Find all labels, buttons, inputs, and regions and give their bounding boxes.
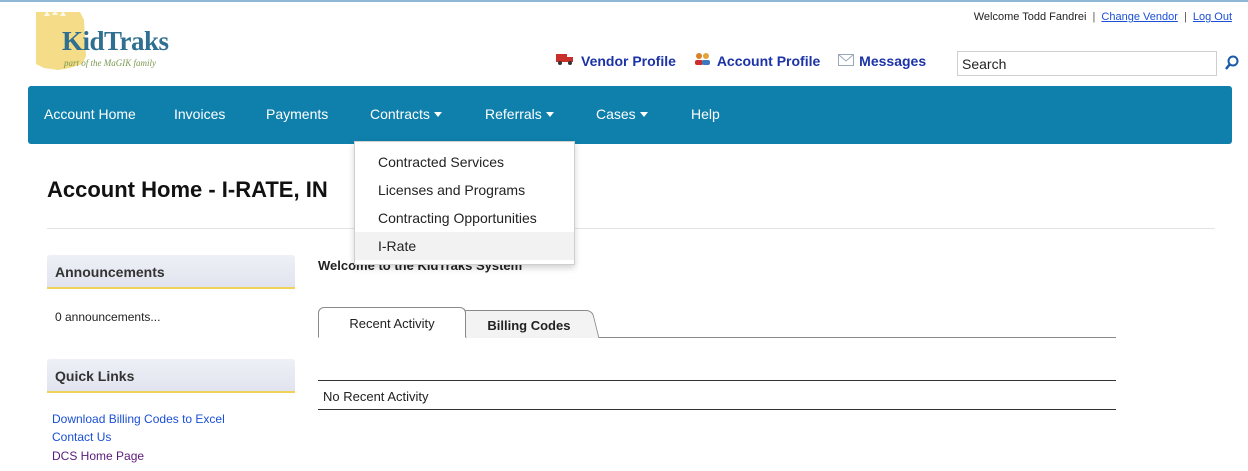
tab-recent-activity[interactable]: Recent Activity: [318, 307, 466, 338]
truck-icon: [556, 52, 576, 69]
nav-payments[interactable]: Payments: [266, 106, 328, 122]
tab-billing-codes[interactable]: Billing Codes: [458, 310, 600, 338]
activity-bottom-line: [318, 409, 1116, 410]
announcements-header: Announcements: [47, 255, 295, 289]
users-icon: [694, 52, 712, 69]
main-nav-bar: Account Home Invoices Payments Contracts…: [28, 86, 1232, 144]
contact-us-link[interactable]: Contact Us: [52, 430, 111, 444]
announcements-text: 0 announcements...: [55, 310, 161, 324]
envelope-icon: [838, 53, 855, 69]
contracts-dropdown-menu: Contracted Services Licenses and Program…: [354, 141, 575, 265]
title-divider: [47, 228, 1215, 229]
nav-referrals-label: Referrals: [485, 106, 542, 122]
separator: |: [1183, 11, 1187, 23]
menu-item-licenses-and-programs[interactable]: Licenses and Programs: [355, 176, 574, 204]
nav-cases[interactable]: Cases: [596, 106, 648, 122]
vendor-profile-label: Vendor Profile: [581, 52, 676, 69]
nav-account-home[interactable]: Account Home: [44, 106, 136, 122]
search-icon[interactable]: [1225, 55, 1239, 76]
menu-item-contracting-opportunities[interactable]: Contracting Opportunities: [355, 204, 574, 232]
account-profile-label: Account Profile: [716, 52, 821, 69]
kidtraks-logo[interactable]: KidTraks part of the MaGIK family: [30, 6, 180, 72]
tab-billing-codes-label: Billing Codes: [487, 318, 571, 333]
menu-item-contracted-services[interactable]: Contracted Services: [355, 148, 574, 176]
messages-link[interactable]: Messages: [838, 53, 926, 69]
change-vendor-link[interactable]: Change Vendor: [1101, 11, 1177, 23]
quick-links-header: Quick Links: [47, 359, 295, 393]
no-activity-text: No Recent Activity: [323, 389, 429, 404]
chevron-down-icon: [545, 112, 554, 117]
menu-item-i-rate[interactable]: I-Rate: [355, 232, 574, 260]
logo-tagline: part of the MaGIK family: [64, 58, 156, 68]
download-billing-codes-link[interactable]: Download Billing Codes to Excel: [52, 412, 225, 426]
account-profile-link[interactable]: Account Profile: [694, 52, 820, 69]
messages-label: Messages: [859, 53, 927, 69]
search-input[interactable]: [957, 51, 1217, 76]
nav-contracts-label: Contracts: [370, 106, 430, 122]
separator: |: [1092, 11, 1096, 23]
nav-cases-label: Cases: [596, 106, 636, 122]
chevron-down-icon: [433, 112, 442, 117]
activity-top-line: [318, 380, 1116, 381]
dcs-home-page-link[interactable]: DCS Home Page: [52, 449, 144, 463]
log-out-link[interactable]: Log Out: [1193, 11, 1232, 23]
welcome-user-text: Welcome Todd Fandrei: [973, 11, 1087, 23]
welcome-bar: Welcome Todd Fandrei | Change Vendor | L…: [974, 11, 1232, 23]
nav-help[interactable]: Help: [691, 106, 720, 122]
vendor-profile-link[interactable]: Vendor Profile: [556, 52, 676, 69]
nav-referrals[interactable]: Referrals: [485, 106, 554, 122]
chevron-down-icon: [639, 112, 648, 117]
nav-contracts[interactable]: Contracts: [370, 106, 442, 122]
nav-invoices[interactable]: Invoices: [174, 106, 225, 122]
top-border-line: [0, 0, 1248, 2]
header-links: Vendor Profile Account Profile Messages: [556, 52, 940, 69]
logo-text: KidTraks: [62, 26, 169, 56]
page-title: Account Home - I-RATE, IN: [47, 177, 328, 202]
